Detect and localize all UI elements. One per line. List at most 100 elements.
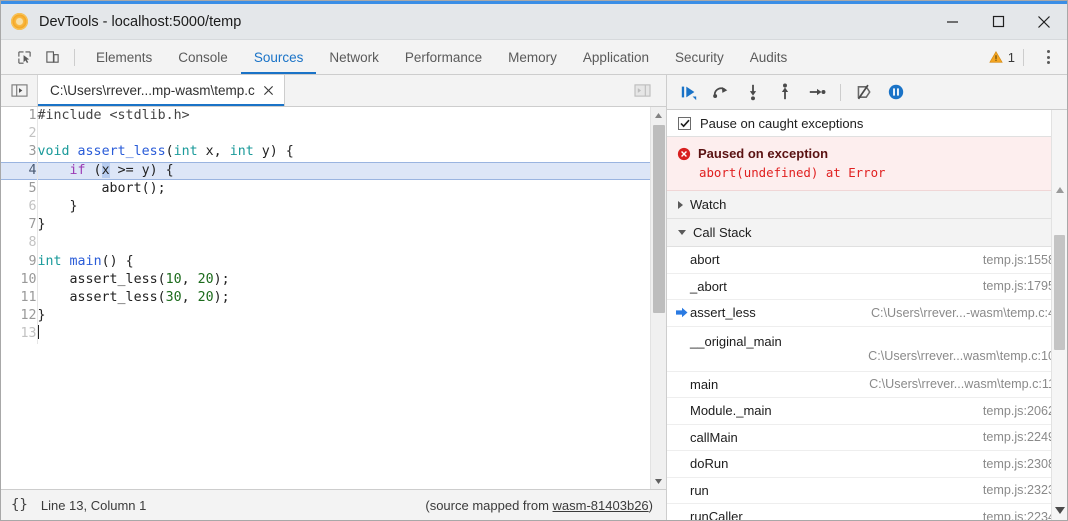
call-stack-location[interactable]: temp.js:2308 (973, 457, 1055, 471)
call-stack-row[interactable]: assert_lessC:\Users\rrever...-wasm\temp.… (667, 300, 1067, 327)
line-number[interactable]: 3 (1, 143, 37, 161)
code-line: 3void assert_less(int x, int y) { (1, 143, 650, 161)
code-line-text[interactable] (37, 234, 650, 252)
call-stack-location[interactable]: C:\Users\rrever...wasm\temp.c:11 (859, 377, 1055, 391)
maximize-button[interactable] (975, 4, 1021, 39)
call-stack-location[interactable]: temp.js:1558 (973, 253, 1055, 267)
debugger-scroll-down-icon[interactable] (1052, 502, 1068, 518)
scrollbar-thumb[interactable] (653, 125, 665, 313)
debugger-scroll-up-icon[interactable] (1052, 182, 1068, 198)
scroll-down-icon[interactable] (651, 473, 667, 489)
code-line: 4 if (x >= y) { (1, 162, 650, 180)
step-over-icon[interactable] (710, 81, 732, 103)
line-number[interactable]: 12 (1, 307, 37, 325)
code-line-text[interactable]: void assert_less(int x, int y) { (37, 143, 650, 161)
code-editor-viewport[interactable]: 1#include <stdlib.h>2 3void assert_less(… (1, 107, 650, 489)
call-stack-section-header[interactable]: Call Stack (667, 219, 1067, 247)
debugger-sidebar: Pause on caught exceptions Paused on exc… (667, 75, 1067, 520)
line-number[interactable]: 13 (1, 325, 37, 343)
code-line-text[interactable]: int main() { (37, 253, 650, 271)
line-number[interactable]: 6 (1, 198, 37, 216)
pause-on-exceptions-icon[interactable] (885, 81, 907, 103)
line-number[interactable]: 10 (1, 271, 37, 289)
step-into-icon[interactable] (742, 81, 764, 103)
show-debugger-sidebar-icon[interactable] (624, 83, 660, 98)
call-stack-location[interactable]: C:\Users\rrever...-wasm\temp.c:4 (861, 306, 1055, 320)
call-stack-row[interactable]: __original_mainC:\Users\rrever...wasm\te… (667, 327, 1067, 372)
code-line-text[interactable]: assert_less(10, 20); (37, 271, 650, 289)
tab-network[interactable]: Network (316, 40, 392, 74)
line-number[interactable]: 9 (1, 253, 37, 271)
code-line-text[interactable]: #include <stdlib.h> (37, 107, 650, 125)
tab-performance[interactable]: Performance (392, 40, 495, 74)
code-token: >= y) { (110, 163, 174, 178)
format-pretty-print-icon[interactable]: {} (11, 497, 28, 513)
tab-application[interactable]: Application (570, 40, 662, 74)
pause-on-caught-exceptions-checkbox[interactable] (678, 117, 691, 130)
code-token: } (38, 308, 46, 323)
line-number[interactable]: 5 (1, 180, 37, 198)
inspect-element-icon[interactable] (10, 44, 38, 70)
tab-sources[interactable]: Sources (241, 40, 317, 74)
code-line-text[interactable]: abort(); (37, 180, 650, 198)
call-stack-row[interactable]: runCallertemp.js:2234 (667, 504, 1067, 520)
minimize-button[interactable] (929, 4, 975, 39)
tab-security[interactable]: Security (662, 40, 737, 74)
call-stack-row[interactable]: Module._maintemp.js:2062 (667, 398, 1067, 425)
call-stack-location[interactable]: temp.js:2323 (973, 483, 1055, 497)
call-stack-function-name: main (690, 377, 718, 392)
line-number[interactable]: 8 (1, 234, 37, 252)
warning-badge[interactable]: 1 (989, 50, 1015, 65)
resume-icon[interactable] (678, 81, 700, 103)
line-number[interactable]: 7 (1, 216, 37, 234)
call-stack-row[interactable]: aborttemp.js:1558 (667, 247, 1067, 274)
call-stack-location[interactable]: C:\Users\rrever...wasm\temp.c:10 (858, 349, 1055, 363)
code-line: 8 (1, 234, 650, 252)
close-button[interactable] (1021, 4, 1067, 39)
code-token: x (102, 163, 110, 178)
editor-vertical-scrollbar[interactable] (650, 107, 666, 489)
editor-file-tab[interactable]: C:\Users\rrever...mp-wasm\temp.c (38, 75, 285, 106)
code-line-text[interactable]: assert_less(30, 20); (37, 289, 650, 307)
call-stack-row[interactable]: main C:\Users\rrever...wasm\temp.c:11 (667, 372, 1067, 399)
deactivate-breakpoints-icon[interactable] (853, 81, 875, 103)
line-number[interactable]: 4 (1, 162, 37, 180)
debugger-scrollbar-thumb[interactable] (1054, 235, 1065, 350)
code-token: ( (86, 163, 102, 178)
cursor-position: Line 13, Column 1 (41, 498, 147, 513)
call-stack-location[interactable]: temp.js:1795 (973, 279, 1055, 293)
device-toolbar-icon[interactable] (38, 44, 66, 70)
tab-console[interactable]: Console (165, 40, 241, 74)
line-number[interactable]: 11 (1, 289, 37, 307)
tab-audits[interactable]: Audits (737, 40, 801, 74)
code-line-text[interactable]: } (37, 198, 650, 216)
scroll-up-icon[interactable] (651, 107, 667, 123)
call-stack-row[interactable]: doRuntemp.js:2308 (667, 451, 1067, 478)
source-map-link[interactable]: wasm-81403b26 (553, 498, 649, 513)
call-stack-row[interactable]: runtemp.js:2323 (667, 478, 1067, 505)
code-line-text[interactable]: if (x >= y) { (37, 162, 650, 180)
code-line-text[interactable]: } (37, 307, 650, 325)
tab-memory[interactable]: Memory (495, 40, 570, 74)
more-options-icon[interactable] (1035, 44, 1061, 70)
step-out-icon[interactable] (774, 81, 796, 103)
code-line: 11 assert_less(30, 20); (1, 289, 650, 307)
step-icon[interactable] (806, 81, 828, 103)
close-tab-icon[interactable] (262, 84, 275, 97)
pause-on-caught-exceptions-row[interactable]: Pause on caught exceptions (667, 110, 1067, 137)
code-line-text[interactable] (37, 125, 650, 143)
debugger-vertical-scrollbar[interactable] (1051, 110, 1067, 520)
show-navigator-icon[interactable] (1, 75, 38, 106)
call-stack-location[interactable]: temp.js:2234 (973, 510, 1055, 520)
call-stack-row[interactable]: callMaintemp.js:2249 (667, 425, 1067, 452)
call-stack-location[interactable]: temp.js:2062 (973, 404, 1055, 418)
line-number[interactable]: 2 (1, 125, 37, 143)
watch-section-header[interactable]: Watch (667, 191, 1067, 219)
line-number[interactable]: 1 (1, 107, 37, 125)
call-stack-row[interactable]: _aborttemp.js:1795 (667, 274, 1067, 301)
code-line-text[interactable]: } (37, 216, 650, 234)
code-line-text[interactable] (37, 325, 650, 343)
tab-elements[interactable]: Elements (83, 40, 165, 74)
code-editor[interactable]: 1#include <stdlib.h>2 3void assert_less(… (1, 107, 666, 489)
call-stack-location[interactable]: temp.js:2249 (973, 430, 1055, 444)
